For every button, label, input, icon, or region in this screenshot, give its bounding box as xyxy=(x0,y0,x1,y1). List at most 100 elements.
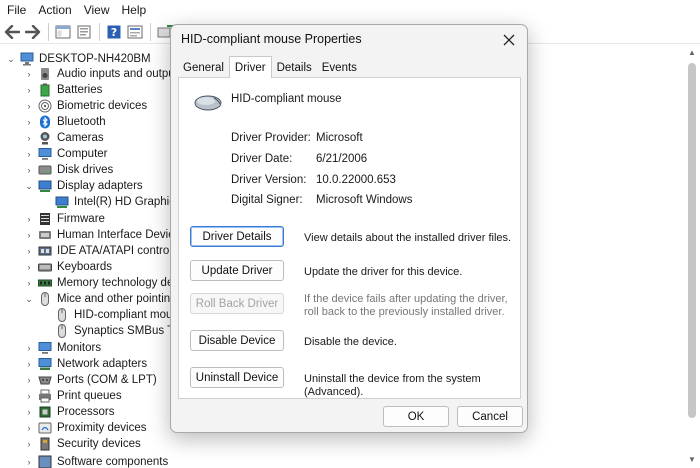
tree-item-bluetooth[interactable]: › Bluetooth xyxy=(24,114,106,130)
properties-icon[interactable] xyxy=(74,22,94,42)
tree-root[interactable]: ⌄ DESKTOP-NH420BM xyxy=(6,51,151,67)
chevron-right-icon[interactable]: › xyxy=(24,340,34,356)
tree-item-label: Cameras xyxy=(57,132,104,144)
display-adapter-icon xyxy=(38,180,52,192)
cancel-button[interactable]: Cancel xyxy=(457,406,523,427)
chevron-right-icon[interactable]: › xyxy=(24,211,34,227)
chevron-right-icon[interactable]: › xyxy=(24,404,34,420)
tree-item-label: Proximity devices xyxy=(57,422,147,434)
tab-events[interactable]: Events xyxy=(317,58,362,78)
tree-item-security[interactable]: › Security devices xyxy=(24,436,141,452)
security-icon xyxy=(40,437,50,451)
chevron-right-icon[interactable]: › xyxy=(24,130,34,146)
driver-version-value: 10.0.22000.653 xyxy=(316,174,396,186)
chevron-right-icon[interactable]: › xyxy=(24,388,34,404)
chevron-right-icon[interactable]: › xyxy=(24,66,34,82)
update-driver-button[interactable]: Update Driver xyxy=(190,260,284,281)
tree-item-software[interactable]: › Software components xyxy=(24,454,168,468)
tree-item-cameras[interactable]: › Cameras xyxy=(24,130,104,146)
tree-item-batteries[interactable]: › Batteries xyxy=(24,82,102,98)
chevron-right-icon[interactable]: › xyxy=(24,454,34,468)
menu-action[interactable]: Action xyxy=(32,0,77,20)
scroll-up-icon[interactable]: ▲ xyxy=(687,48,697,58)
tree-item-label: Computer xyxy=(57,148,108,160)
chevron-right-icon[interactable]: › xyxy=(24,372,34,388)
close-button[interactable] xyxy=(497,29,521,51)
tree-item-ports[interactable]: › Ports (COM & LPT) xyxy=(24,372,157,388)
menu-view[interactable]: View xyxy=(78,0,116,20)
chevron-right-icon[interactable]: › xyxy=(24,420,34,436)
driver-date-label: Driver Date: xyxy=(231,153,293,165)
help-icon[interactable]: ? xyxy=(104,22,124,42)
tree-item-computer[interactable]: › Computer xyxy=(24,146,108,162)
fingerprint-icon xyxy=(38,99,52,113)
show-hide-tree-icon[interactable] xyxy=(53,22,73,42)
tree-item-firmware[interactable]: › Firmware xyxy=(24,211,105,227)
ide-icon xyxy=(38,246,52,256)
tab-general[interactable]: General xyxy=(178,58,229,78)
tree-item-hid-mouse[interactable]: HID-compliant mouse xyxy=(55,307,185,323)
chevron-down-icon[interactable]: ⌄ xyxy=(24,291,34,307)
chevron-right-icon[interactable]: › xyxy=(24,275,34,291)
roll-back-driver-button[interactable]: Roll Back Driver xyxy=(190,293,284,314)
chevron-right-icon[interactable]: › xyxy=(24,146,34,162)
tree-item-keyboards[interactable]: › Keyboards xyxy=(24,259,112,275)
scrollbar-thumb[interactable] xyxy=(688,63,696,418)
tab-details[interactable]: Details xyxy=(272,58,317,78)
tree-item-audio[interactable]: › Audio inputs and outputs xyxy=(24,66,184,82)
uninstall-device-button[interactable]: Uninstall Device xyxy=(190,367,284,388)
tree-item-print-queues[interactable]: › Print queues xyxy=(24,388,122,404)
hid-icon xyxy=(39,231,51,239)
chevron-right-icon[interactable]: › xyxy=(24,162,34,178)
tree-scrollbar[interactable]: ▲ ▼ xyxy=(684,45,700,468)
keyboard-icon xyxy=(38,263,52,272)
menu-help[interactable]: Help xyxy=(116,0,153,20)
driver-provider-label: Driver Provider: xyxy=(231,132,311,144)
menu-file[interactable]: File xyxy=(2,0,32,20)
ok-button[interactable]: OK xyxy=(383,406,449,427)
view-icon[interactable] xyxy=(125,22,145,42)
tree-item-display-adapters[interactable]: ⌄ Display adapters xyxy=(24,178,143,194)
uninstall-device-description: Uninstall the device from the system (Ad… xyxy=(304,373,481,398)
forward-arrow-icon[interactable] xyxy=(23,22,43,42)
chevron-right-icon[interactable]: › xyxy=(24,436,34,452)
processor-icon xyxy=(39,406,51,418)
toolbar-separator xyxy=(48,22,49,41)
dialog-title: HID-compliant mouse Properties xyxy=(181,32,362,46)
back-arrow-icon[interactable] xyxy=(2,22,22,42)
tree-item-label: Processors xyxy=(57,406,115,418)
scroll-down-icon[interactable]: ▼ xyxy=(687,455,697,465)
chevron-right-icon[interactable]: › xyxy=(24,98,34,114)
network-icon xyxy=(38,358,52,370)
tree-item-label: Human Interface Devices xyxy=(57,229,187,241)
chevron-right-icon[interactable]: › xyxy=(24,259,34,275)
tree-item-network[interactable]: › Network adapters xyxy=(24,356,147,372)
chevron-right-icon[interactable]: › xyxy=(24,356,34,372)
chevron-right-icon[interactable]: › xyxy=(24,82,34,98)
mouse-icon xyxy=(194,95,222,111)
driver-details-description: View details about the installed driver … xyxy=(304,232,512,244)
chevron-right-icon[interactable]: › xyxy=(24,243,34,259)
tree-item-hid[interactable]: › Human Interface Devices xyxy=(24,227,187,243)
mouse-icon xyxy=(58,308,66,322)
chevron-down-icon[interactable]: ⌄ xyxy=(6,51,16,67)
tree-item-proximity[interactable]: › Proximity devices xyxy=(24,420,147,436)
tree-item-monitors[interactable]: › Monitors xyxy=(24,340,101,356)
chevron-down-icon[interactable]: ⌄ xyxy=(24,178,34,194)
properties-dialog: HID-compliant mouse Properties General D… xyxy=(170,24,528,433)
tree-item-biometric[interactable]: › Biometric devices xyxy=(24,98,147,114)
tree-item-intel-graphics[interactable]: Intel(R) HD Graphics xyxy=(55,194,181,210)
tree-item-disk-drives[interactable]: › Disk drives xyxy=(24,162,114,178)
tree-item-ide[interactable]: › IDE ATA/ATAPI controllers xyxy=(24,243,191,259)
tab-driver[interactable]: Driver xyxy=(228,56,272,78)
tree-item-label: Disk drives xyxy=(57,164,114,176)
tree-item-processors[interactable]: › Processors xyxy=(24,404,115,420)
toolbar-separator xyxy=(99,22,100,41)
chevron-right-icon[interactable]: › xyxy=(24,114,34,130)
driver-details-button[interactable]: Driver Details xyxy=(190,226,284,247)
chevron-right-icon[interactable]: › xyxy=(24,227,34,243)
disable-device-description: Disable the device. xyxy=(304,336,397,348)
display-adapter-icon xyxy=(55,196,69,208)
tree-item-label: Biometric devices xyxy=(57,100,148,112)
disable-device-button[interactable]: Disable Device xyxy=(190,330,284,351)
